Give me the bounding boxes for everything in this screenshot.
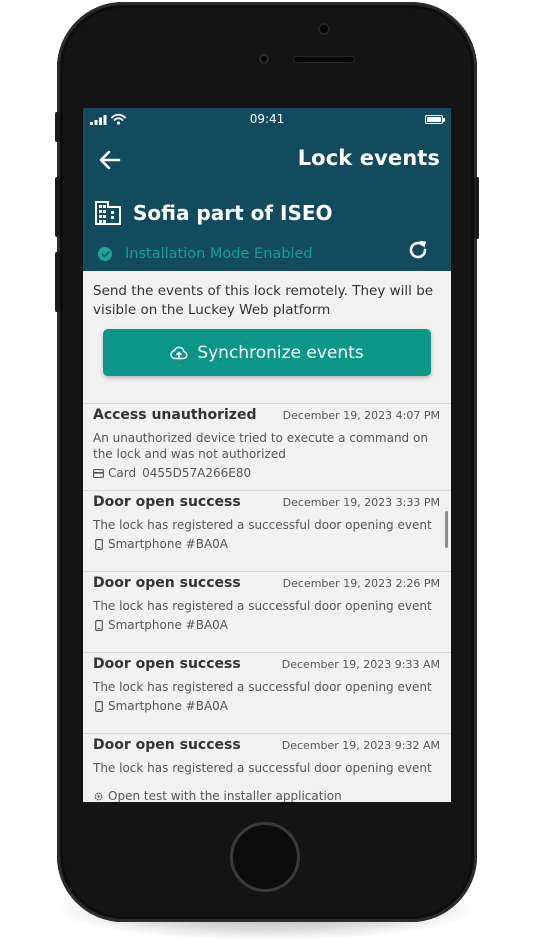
event-source: Smartphone #BA0A	[93, 699, 228, 713]
volume-down-button	[55, 252, 60, 312]
status-bar: 09:41	[83, 108, 451, 132]
event-title: Door open success	[93, 494, 241, 510]
event-item[interactable]: Access unauthorized December 19, 2023 4:…	[83, 403, 451, 490]
list-scrollbar[interactable]	[445, 511, 448, 548]
installation-status: Installation Mode Enabled	[98, 245, 313, 263]
smartphone-icon	[93, 619, 104, 631]
front-camera	[318, 23, 330, 35]
battery-icon	[425, 115, 445, 124]
home-button[interactable]	[230, 822, 300, 892]
event-date: December 19, 2023 9:33 AM	[281, 658, 440, 671]
event-description: The lock has registered a successful doo…	[93, 599, 432, 613]
event-source-value: Smartphone #BA0A	[108, 699, 229, 713]
event-item[interactable]: Door open success December 19, 2023 3:33…	[83, 490, 451, 571]
event-source-value: Open test with the installer application	[108, 789, 342, 802]
check-circle-icon	[98, 247, 112, 261]
status-time: 09:41	[249, 112, 285, 126]
back-arrow-icon[interactable]	[97, 148, 123, 172]
sync-description: Send the events of this lock remotely. T…	[93, 283, 434, 318]
event-source: Card 0455D57A266E80	[93, 466, 251, 480]
earpiece-speaker	[293, 56, 355, 63]
event-description: The lock has registered a successful doo…	[93, 518, 432, 532]
smartphone-icon	[93, 700, 104, 712]
refresh-icon[interactable]	[407, 239, 429, 261]
site-name: Sofia part of ISEO	[133, 201, 333, 225]
event-date: December 19, 2023 3:33 PM	[282, 496, 440, 509]
app-header: Lock events Sofia part of ISEO Installat…	[83, 132, 451, 271]
gear-icon	[93, 791, 104, 802]
event-title: Door open success	[93, 575, 241, 591]
proximity-sensor	[259, 54, 269, 64]
event-description: The lock has registered a successful doo…	[93, 761, 432, 775]
event-source-label: Card	[108, 466, 137, 480]
card-icon	[93, 468, 104, 479]
event-item[interactable]: Door open success December 19, 2023 2:26…	[83, 571, 451, 652]
app-screen: 09:41 Lock events Sofia part of ISEO Ins…	[83, 108, 451, 802]
event-source-value: 0455D57A266E80	[142, 466, 252, 480]
event-description: An unauthorized device tried to execute …	[93, 431, 428, 461]
mute-switch	[55, 112, 60, 142]
page-title: Lock events	[297, 146, 440, 170]
event-source: Smartphone #BA0A	[93, 618, 228, 632]
synchronize-events-label: Synchronize events	[197, 342, 364, 363]
event-source-value: Smartphone #BA0A	[108, 537, 229, 551]
smartphone-icon	[93, 538, 104, 550]
volume-up-button	[55, 177, 60, 237]
event-title: Door open success	[93, 737, 241, 753]
event-item[interactable]: Door open success December 19, 2023 9:32…	[83, 733, 451, 802]
power-button	[474, 177, 479, 239]
event-title: Access unauthorized	[93, 407, 257, 423]
installation-status-text: Installation Mode Enabled	[125, 246, 313, 262]
event-source: Open test with the installer application	[93, 789, 342, 802]
building-icon	[95, 201, 121, 225]
event-date: December 19, 2023 9:32 AM	[281, 739, 440, 752]
event-title: Door open success	[93, 656, 241, 672]
event-source: Smartphone #BA0A	[93, 537, 228, 551]
synchronize-events-button[interactable]: Synchronize events	[103, 329, 431, 376]
event-date: December 19, 2023 2:26 PM	[282, 577, 440, 590]
event-description: The lock has registered a successful doo…	[93, 680, 432, 694]
event-source-value: Smartphone #BA0A	[108, 618, 229, 632]
event-item[interactable]: Door open success December 19, 2023 9:33…	[83, 652, 451, 733]
event-date: December 19, 2023 4:07 PM	[282, 409, 440, 422]
cloud-upload-icon	[170, 346, 188, 359]
